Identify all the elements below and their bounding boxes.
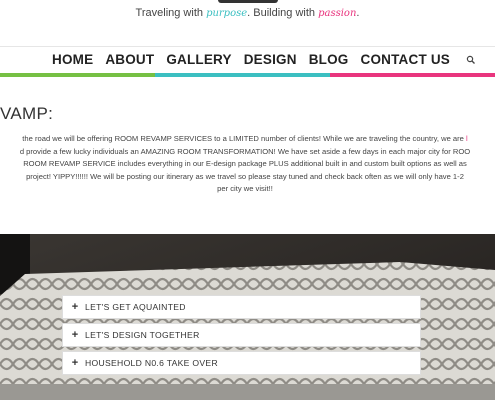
site-logo[interactable] bbox=[218, 0, 278, 3]
tagline-accent-purpose: purpose bbox=[206, 8, 248, 19]
color-bar-pink bbox=[330, 73, 495, 77]
para-line-1: the road we will be offering ROOM REVAMP… bbox=[22, 134, 467, 143]
para-line-5: per city we visit!! bbox=[217, 184, 273, 194]
accordion-item-household-takeover[interactable]: + HOUSEHOLD N0.6 TAKE OVER bbox=[62, 351, 421, 375]
tagline-accent-passion: passion bbox=[318, 8, 357, 19]
para-highlight: l bbox=[466, 134, 468, 143]
para-line-4: project! YIPPY!!!!!! We will be posting … bbox=[26, 171, 464, 181]
plus-icon: + bbox=[71, 329, 79, 341]
tagline-text-1: Traveling with bbox=[135, 7, 207, 19]
nav-contact-us[interactable]: CONTACT US bbox=[361, 52, 451, 67]
section-paragraph: the road we will be offering ROOM REVAMP… bbox=[0, 133, 495, 196]
plus-icon: + bbox=[71, 301, 79, 313]
accordion-item-design-together[interactable]: + LET'S DESIGN TOGETHER bbox=[62, 323, 421, 347]
nav-color-bar bbox=[0, 73, 495, 77]
para-line-2: d provide a few lucky individuals an AMA… bbox=[19, 146, 471, 156]
section-title: VAMP: bbox=[0, 104, 54, 123]
tagline-text-end: . bbox=[356, 7, 360, 19]
accordion-label: LET'S GET AQUAINTED bbox=[85, 302, 186, 312]
search-icon[interactable] bbox=[466, 53, 476, 67]
plus-icon: + bbox=[71, 357, 79, 369]
accordion-label: LET'S DESIGN TOGETHER bbox=[85, 330, 200, 340]
room-revamp-section: VAMP: the road we will be offering ROOM … bbox=[0, 78, 495, 234]
nav-design[interactable]: DESIGN bbox=[244, 52, 297, 67]
nav-gallery[interactable]: GALLERY bbox=[166, 52, 231, 67]
accordion-label: HOUSEHOLD N0.6 TAKE OVER bbox=[85, 358, 218, 368]
site-header: Traveling with purpose. Building with pa… bbox=[0, 0, 495, 47]
accordion-item-aquainted[interactable]: + LET'S GET AQUAINTED bbox=[62, 295, 421, 319]
site-tagline: Traveling with purpose. Building with pa… bbox=[0, 7, 495, 19]
nav-blog[interactable]: BLOG bbox=[309, 52, 349, 67]
nav-home[interactable]: HOME bbox=[52, 52, 93, 67]
tagline-text-2: . Building with bbox=[247, 7, 319, 19]
color-bar-green bbox=[0, 73, 155, 77]
para-line-3: ROOM REVAMP SERVICE includes everything … bbox=[23, 159, 467, 169]
color-bar-teal bbox=[155, 73, 330, 77]
main-nav: HOME ABOUT GALLERY DESIGN BLOG CONTACT U… bbox=[52, 52, 476, 67]
nav-about[interactable]: ABOUT bbox=[105, 52, 154, 67]
